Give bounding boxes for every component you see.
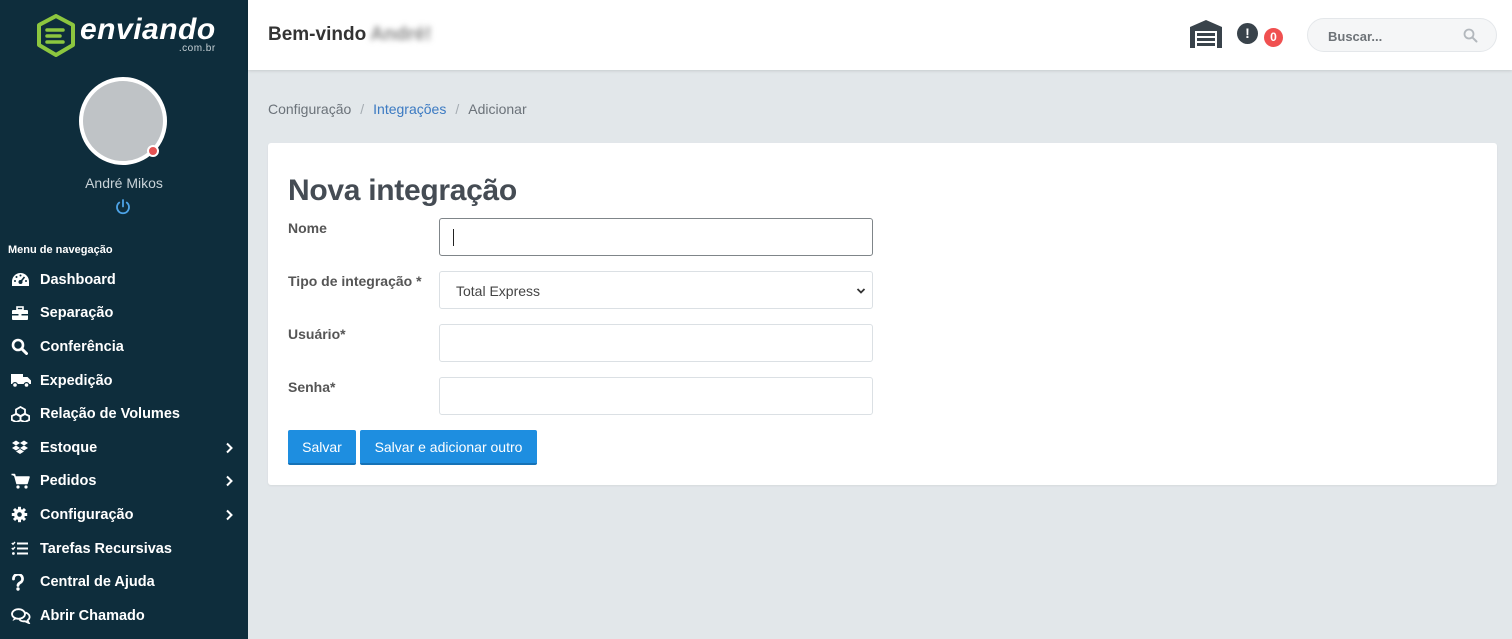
nav-label: Separação [40,305,114,322]
breadcrumb: Configuração / Integrações / Adicionar [268,101,527,117]
search-icon[interactable] [1463,28,1478,43]
toolbox-icon [11,304,32,322]
warehouse-icon[interactable] [1189,19,1223,49]
nav-item-conferencia[interactable]: Conferência [0,330,248,364]
chat-icon [11,607,32,625]
notification-badge: 0 [1264,28,1283,47]
power-icon[interactable] [114,198,132,216]
nav-item-dashboard[interactable]: Dashboard [0,263,248,297]
chevron-right-icon [226,509,233,521]
nav-label: Central de Ajuda [40,574,155,591]
nav-label: Pedidos [40,473,97,490]
tasks-icon [11,540,32,558]
nav-label: Abrir Chamado [40,607,145,624]
avatar[interactable] [79,77,167,165]
breadcrumb-separator: / [360,101,365,117]
nav-item-separacao[interactable]: Separação [0,297,248,331]
senha-input[interactable] [439,377,873,415]
save-and-add-button[interactable]: Salvar e adicionar outro [360,430,537,465]
sidebar: enviando .com.br André Mikos Menu de nav… [0,0,248,639]
nav-label: Estoque [40,439,98,456]
chevron-right-icon [226,476,233,487]
cart-icon [11,472,32,490]
brand-logo[interactable]: enviando .com.br [36,14,216,58]
tipo-integracao-label: Tipo de integração * [288,273,422,289]
truck-icon [11,372,32,390]
breadcrumb-item-adicionar: Adicionar [468,101,527,117]
nav-item-estoque[interactable]: Estoque [0,431,248,465]
nav-label: Dashboard [40,271,116,288]
breadcrumb-item-configuracao: Configuração [268,101,352,117]
page-title: Nova integração [288,174,517,207]
top-header: Bem-vindo André! ! 0 [248,0,1512,70]
user-name: André Mikos [85,175,163,191]
senha-label: Senha* [288,379,336,395]
search-icon [11,338,32,356]
question-icon [11,573,32,591]
welcome-text: Bem-vindo [268,24,367,45]
nome-input[interactable] [439,218,873,256]
text-caret [453,229,454,246]
nav-item-expedicao[interactable]: Expedição [0,364,248,398]
usuario-input[interactable] [439,324,873,362]
nav-menu: Dashboard Separação Conferência Expediçã… [0,263,248,633]
integration-form-card: Nova integração Nome Tipo de integração … [268,143,1497,485]
welcome-message: Bem-vindo André! [268,24,431,46]
breadcrumb-separator: / [455,101,460,117]
nav-label: Tarefas Recursivas [40,540,172,557]
nav-label: Relação de Volumes [40,406,180,423]
boxes-icon [11,405,32,423]
nome-label: Nome [288,220,327,236]
nav-item-pedidos[interactable]: Pedidos [0,465,248,499]
chevron-right-icon [226,442,233,453]
nav-item-tarefas-recursivas[interactable]: Tarefas Recursivas [0,532,248,566]
chevron-down-icon [856,288,866,294]
tipo-integracao-select[interactable]: Total Express [439,271,873,309]
nav-item-configuracao[interactable]: Configuração [0,498,248,532]
nav-label: Configuração [40,506,134,523]
nav-item-abrir-chamado[interactable]: Abrir Chamado [0,599,248,633]
nav-label: Conferência [40,338,124,355]
gauge-icon [11,271,32,289]
logo-mark-icon [37,14,75,57]
welcome-user-name: André! [370,24,432,45]
nav-heading: Menu de navegação [8,244,113,256]
dropbox-icon [11,439,32,457]
nav-item-relacao-volumes[interactable]: Relação de Volumes [0,397,248,431]
status-dot [147,145,159,157]
nav-item-central-ajuda[interactable]: Central de Ajuda [0,565,248,599]
usuario-label: Usuário* [288,326,346,342]
brand-name: enviando [80,13,216,46]
save-button[interactable]: Salvar [288,430,356,465]
nav-label: Expedição [40,372,113,389]
search-input[interactable] [1328,27,1458,45]
breadcrumb-item-integracoes[interactable]: Integrações [373,101,446,117]
search-box [1307,18,1497,52]
alert-icon[interactable]: ! [1237,23,1258,44]
gear-icon [11,506,32,524]
tipo-integracao-value: Total Express [456,283,541,299]
